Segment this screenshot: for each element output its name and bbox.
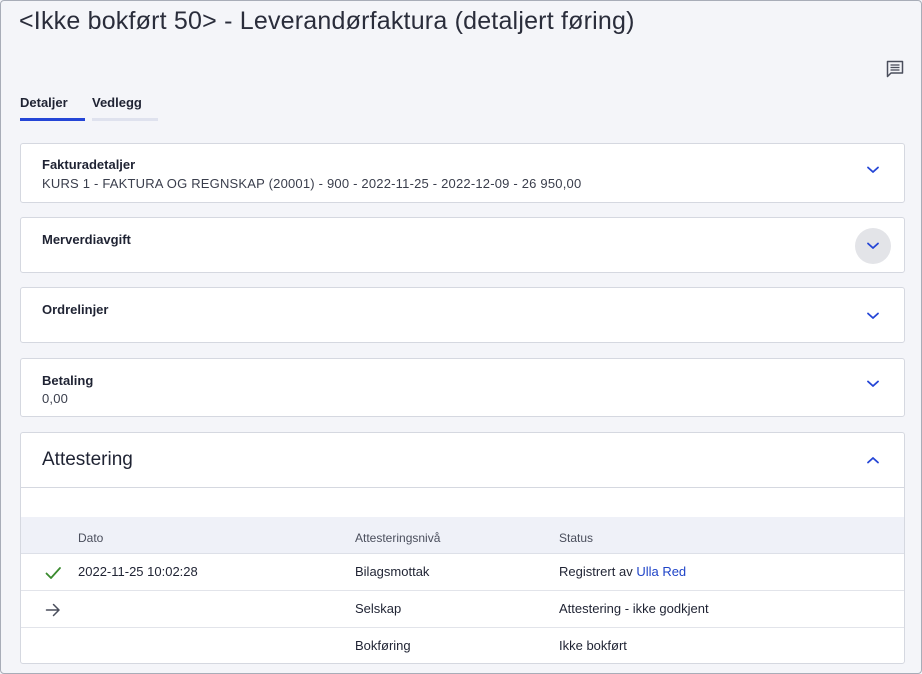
page-title: <Ikke bokført 50> - Leverandørfaktura (d… [19,7,635,35]
arrow-right-icon [43,600,63,620]
row-level: Bilagsmottak [355,564,430,579]
chevron-up-icon[interactable] [855,442,891,478]
section-fakturadetaljer[interactable]: Fakturadetaljer KURS 1 - FAKTURA OG REGN… [20,143,905,203]
section-title: Merverdiavgift [42,232,131,247]
column-header-status: Status [559,531,594,545]
row-date: 2022-11-25 10:02:28 [78,564,198,579]
invoice-summary: KURS 1 - FAKTURA OG REGNSKAP (20001) - 9… [42,176,582,191]
section-title: Fakturadetaljer [42,157,136,172]
section-title: Ordrelinjer [42,302,109,317]
table-row: Selskap Attestering - ikke godkjent [21,591,904,628]
chevron-down-icon[interactable] [855,152,891,188]
row-level: Bokføring [355,638,411,653]
column-header-level: Attesteringsnivå [355,531,441,545]
status-text: Registrert av [559,564,637,579]
table-header: Dato Attesteringsnivå Status [21,517,904,554]
chevron-down-icon[interactable] [855,366,891,402]
comment-icon[interactable] [885,59,905,79]
check-icon [43,563,63,583]
table-row: Bokføring Ikke bokført [21,628,904,665]
row-level: Selskap [355,601,402,616]
section-ordrelinjer[interactable]: Ordrelinjer [20,287,905,343]
row-status: Registrert av Ulla Red [559,564,686,579]
section-title: Attestering [42,449,133,470]
tab-detaljer[interactable]: Detaljer [20,95,85,121]
section-title: Betaling [42,373,94,388]
row-status: Attestering - ikke godkjent [559,601,709,616]
section-betaling[interactable]: Betaling 0,00 [20,358,905,417]
section-merverdiavgift[interactable]: Merverdiavgift [20,217,905,273]
tab-vedlegg[interactable]: Vedlegg [92,95,158,121]
section-attestering: Attestering Dato Attesteringsnivå Status… [20,432,905,664]
column-header-dato: Dato [78,531,104,545]
chevron-down-icon[interactable] [855,228,891,264]
window-frame: <Ikke bokført 50> - Leverandørfaktura (d… [0,0,922,674]
table-row: 2022-11-25 10:02:28 Bilagsmottak Registr… [21,554,904,591]
divider [21,487,904,488]
payment-amount: 0,00 [42,391,69,406]
user-link[interactable]: Ulla Red [636,564,686,579]
row-status: Ikke bokført [559,638,627,653]
chevron-down-icon[interactable] [855,298,891,334]
